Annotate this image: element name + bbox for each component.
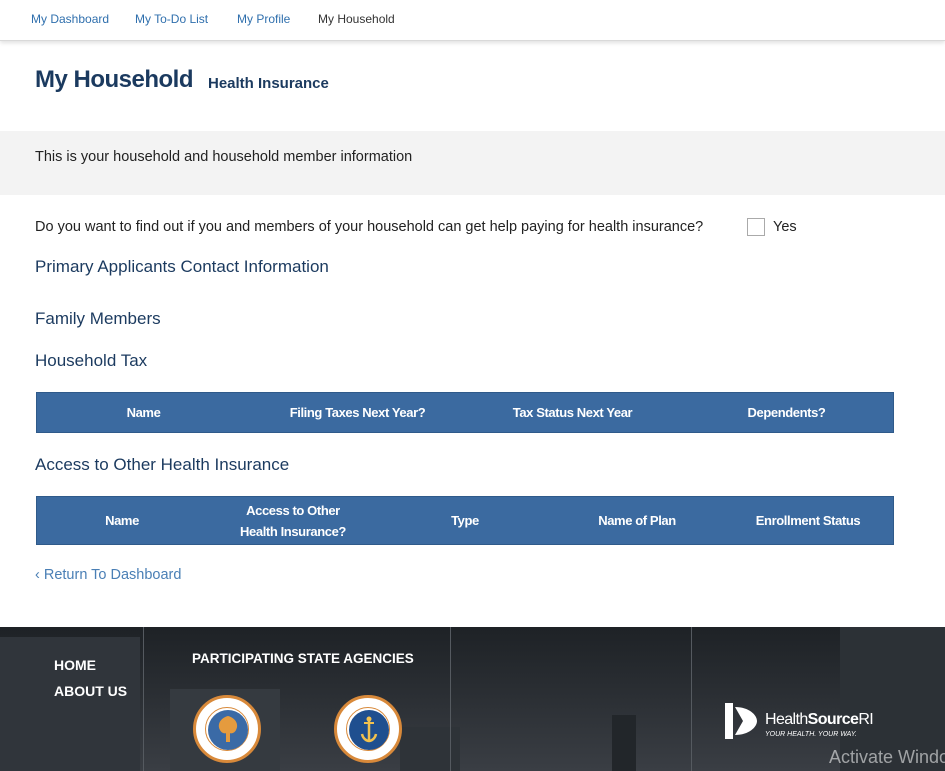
page-subtitle: Health Insurance <box>208 75 329 92</box>
seal-inner-ring <box>205 707 249 751</box>
brand-tagline: YOUR HEALTH. YOUR WAY. <box>765 731 857 738</box>
page-title: My Household <box>35 66 194 93</box>
nav-my-household[interactable]: My Household <box>318 12 395 26</box>
nav-my-todo-list[interactable]: My To-Do List <box>135 12 208 26</box>
tax-col-name[interactable]: Name <box>37 393 250 432</box>
household-tax-heading: Household Tax <box>35 351 148 370</box>
anchor-emblem-icon <box>349 710 389 750</box>
footer-background-building <box>400 727 460 771</box>
ri-department-human-services-seal-icon[interactable] <box>193 695 261 763</box>
info-banner: This is your household and household mem… <box>0 131 945 195</box>
agencies-title: PARTICIPATING STATE AGENCIES <box>192 651 414 666</box>
financial-help-yes-label[interactable]: Yes <box>773 219 797 235</box>
footer-divider <box>143 627 144 771</box>
healthsource-ri-logo-icon <box>725 703 757 739</box>
financial-help-question: Do you want to find out if you and membe… <box>35 219 704 235</box>
return-to-dashboard-link[interactable]: ‹ Return To Dashboard <box>35 567 181 583</box>
other-insurance-heading: Access to Other Health Insurance <box>35 455 290 474</box>
info-text: This is your household and household mem… <box>35 149 413 165</box>
activate-windows-watermark: Activate Windows <box>829 747 945 767</box>
footer-divider <box>691 627 692 771</box>
household-tax-table-header: Name Filing Taxes Next Year? Tax Status … <box>36 392 894 433</box>
insurance-col-plan-name[interactable]: Name of Plan <box>551 497 723 544</box>
healthsource-ri-logo[interactable]: HealthSourceRI YOUR HEALTH. YOUR WAY. <box>723 701 883 745</box>
brand-name-regular: Health <box>765 711 808 728</box>
family-members-heading: Family Members <box>35 309 161 328</box>
financial-help-checkbox[interactable] <box>747 218 765 236</box>
nav-my-profile[interactable]: My Profile <box>237 12 290 26</box>
footer-background-tower <box>612 715 636 771</box>
tax-col-tax-status[interactable]: Tax Status Next Year <box>465 393 680 432</box>
footer-home-link[interactable]: HOME <box>54 657 96 673</box>
footer-about-us-link[interactable]: ABOUT US <box>54 683 127 699</box>
insurance-col-enrollment-status[interactable]: Enrollment Status <box>723 497 893 544</box>
brand-wordmark: HealthSourceRI <box>765 711 874 729</box>
brand-name-suffix: RI <box>858 711 874 728</box>
seal-inner-ring <box>346 707 390 751</box>
footer-divider <box>450 627 451 771</box>
other-insurance-table-header: Name Access to Other Health Insurance? T… <box>36 496 894 545</box>
tree-emblem-icon <box>208 710 248 750</box>
ri-executive-office-health-human-services-seal-icon[interactable] <box>334 695 402 763</box>
nav-my-dashboard[interactable]: My Dashboard <box>31 12 109 26</box>
insurance-col-type[interactable]: Type <box>379 497 551 544</box>
tax-col-filing-taxes[interactable]: Filing Taxes Next Year? <box>250 393 465 432</box>
footer: HOME ABOUT US PARTICIPATING STATE AGENCI… <box>0 627 945 771</box>
top-navigation: My Dashboard My To-Do List My Profile My… <box>0 0 945 41</box>
insurance-col-access[interactable]: Access to Other Health Insurance? <box>207 497 379 544</box>
insurance-col-name[interactable]: Name <box>37 497 207 544</box>
primary-contact-heading: Primary Applicants Contact Information <box>35 257 329 276</box>
brand-name-bold: Source <box>807 711 859 728</box>
tax-col-dependents[interactable]: Dependents? <box>680 393 893 432</box>
